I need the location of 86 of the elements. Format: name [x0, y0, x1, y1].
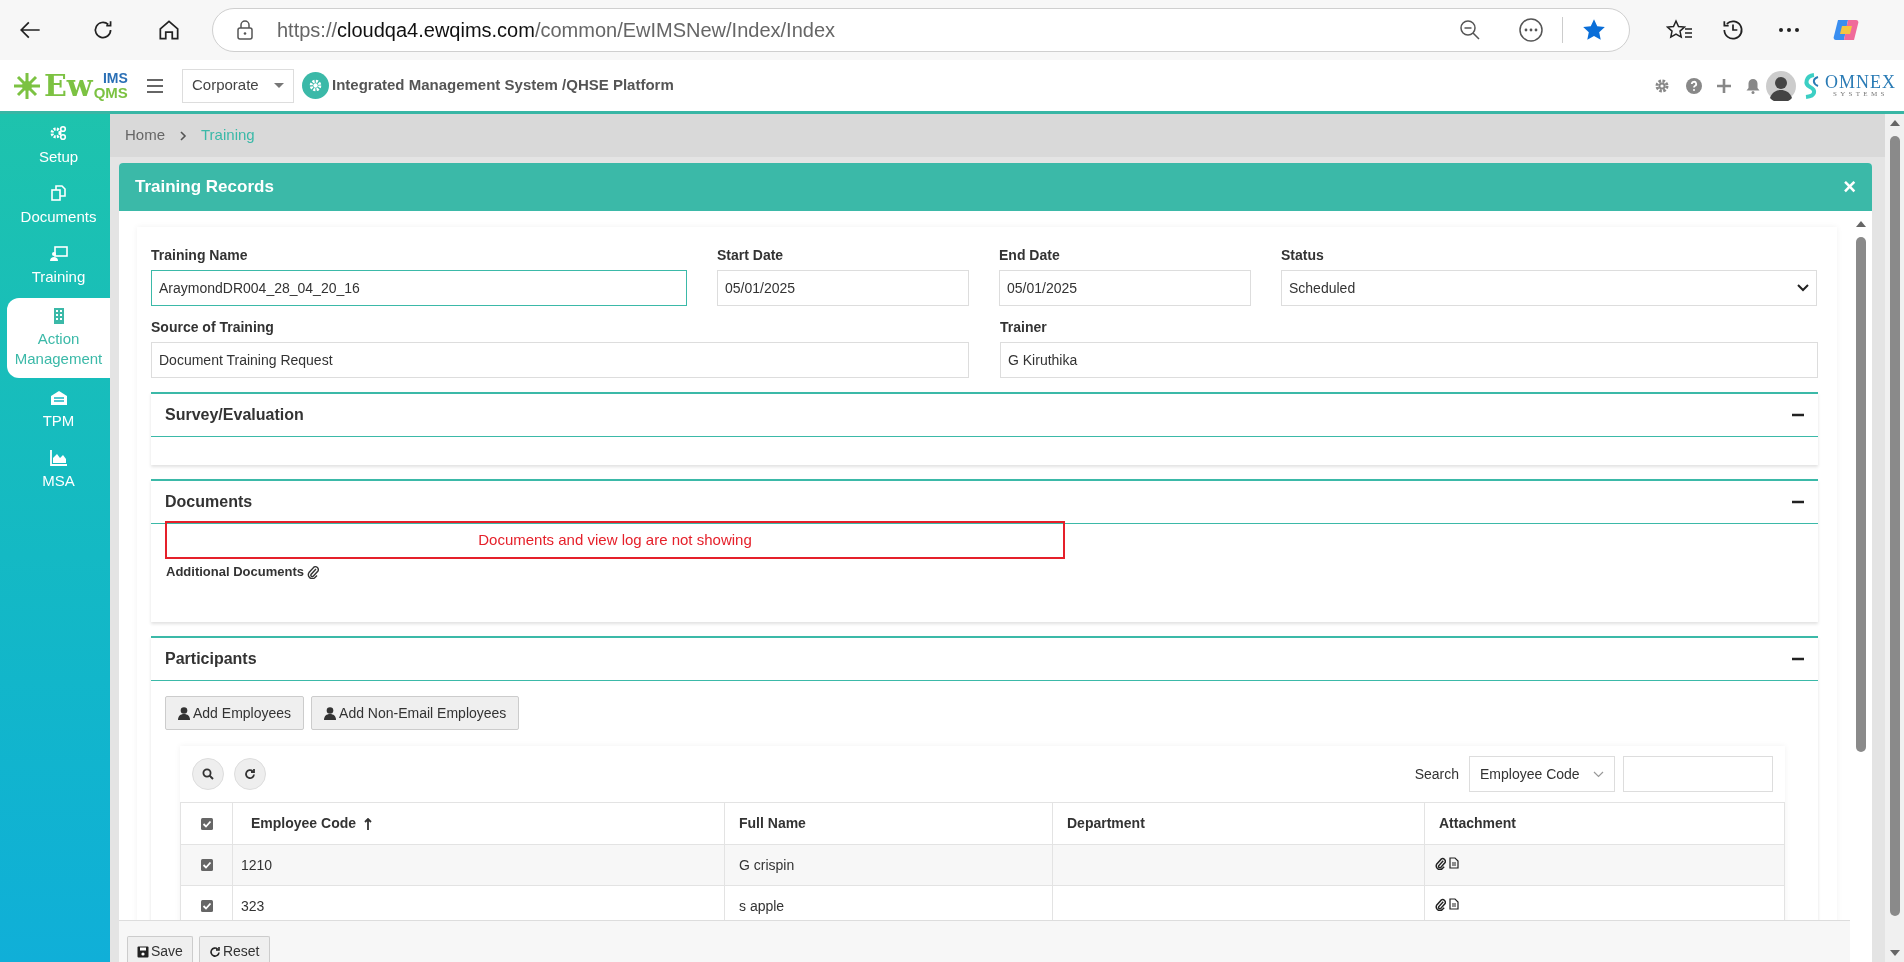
table-cell: G crispin	[739, 856, 795, 873]
search-column-select[interactable]: Employee Code	[1469, 756, 1615, 792]
vendor-logo-text: OMNEX	[1825, 73, 1896, 91]
input-field[interactable]: AraymondDR004_28_04_20_16	[151, 270, 687, 306]
sun-icon	[12, 70, 42, 101]
field-label: Status	[1281, 246, 1325, 264]
scrollbar-thumb[interactable]	[1889, 136, 1900, 916]
history-icon[interactable]	[1720, 17, 1746, 43]
url-text: https://cloudqa4.ewqims.com/common/EwIMSNew/Index/Index	[277, 18, 836, 43]
checkbox[interactable]	[200, 859, 213, 871]
sidebar-icon	[49, 125, 68, 143]
column-header[interactable]: Department	[1067, 813, 1145, 834]
table-cell: s apple	[739, 897, 785, 914]
settings-icon[interactable]	[1654, 77, 1670, 94]
additional-documents-label: Additional Documents	[166, 563, 304, 581]
field-label: Training Name	[151, 246, 249, 264]
company-select[interactable]: Corporate	[182, 68, 294, 103]
field-label: Trainer	[1000, 318, 1048, 336]
logo-text: IMS	[102, 71, 128, 85]
checkbox[interactable]	[200, 900, 213, 912]
field-label: Source of Training	[151, 318, 275, 336]
paperclip-icon[interactable]	[1435, 897, 1446, 911]
chevron-down-icon	[1797, 284, 1809, 292]
person-icon	[324, 706, 337, 720]
add-employees-button[interactable]: Add Employees	[165, 696, 305, 730]
more-icon[interactable]	[1778, 26, 1800, 34]
refresh-icon	[244, 768, 256, 780]
help-icon[interactable]	[1686, 77, 1702, 94]
input-field[interactable]: 05/01/2025	[999, 270, 1251, 306]
scroll-down-icon[interactable]	[1889, 950, 1900, 956]
reset-icon	[208, 945, 221, 958]
sidebar-icon	[49, 449, 68, 467]
sidebar-icon	[49, 185, 68, 203]
scroll-up-icon[interactable]	[1856, 221, 1866, 227]
chevron-icon	[179, 130, 187, 141]
table-cell: 1210	[241, 856, 273, 873]
scroll-up-icon[interactable]	[1889, 120, 1900, 126]
more-icon[interactable]	[1518, 17, 1544, 43]
scrollbar-thumb[interactable]	[1856, 237, 1866, 752]
document-icon[interactable]	[1449, 898, 1459, 910]
panel-title: Training Records	[135, 176, 275, 199]
sort-arrow-icon[interactable]	[364, 817, 373, 830]
column-header[interactable]: Attachment	[1439, 813, 1516, 834]
input-field[interactable]: Document Training Request	[151, 342, 969, 378]
search-icon	[202, 768, 214, 780]
search-label: Search	[1414, 764, 1459, 784]
sidebar-icon	[49, 245, 68, 263]
refresh-button[interactable]	[234, 758, 266, 790]
column-header[interactable]: Employee Code	[251, 813, 357, 834]
star-icon[interactable]	[1581, 17, 1607, 43]
chevron-down-icon	[1593, 770, 1604, 778]
paperclip-icon[interactable]	[1435, 856, 1446, 870]
menu-icon[interactable]	[147, 78, 163, 93]
breadcrumb-link[interactable]: Home	[125, 124, 165, 147]
logo-text: Ew	[44, 70, 93, 101]
gear-icon	[302, 72, 329, 99]
save-button[interactable]: Save	[127, 936, 193, 962]
zoom-out-icon[interactable]	[1458, 18, 1482, 42]
add-employees-button[interactable]: Add Non-Email Employees	[311, 696, 520, 730]
input-field[interactable]: 05/01/2025	[717, 270, 969, 306]
address-bar[interactable]: https://cloudqa4.ewqims.com/common/EwIMSNew/Index/Index	[212, 8, 1630, 52]
table-cell: 323	[241, 897, 265, 914]
search-field[interactable]	[1623, 756, 1773, 792]
bell-icon[interactable]	[1746, 77, 1760, 94]
field-label: Start Date	[717, 246, 785, 264]
search-button[interactable]	[192, 758, 224, 790]
checkbox[interactable]	[200, 817, 213, 830]
section-title: Survey/Evaluation	[165, 405, 305, 425]
column-header[interactable]: Full Name	[739, 813, 806, 834]
section-title: Participants	[165, 649, 258, 669]
status-select[interactable]: Scheduled	[1281, 270, 1817, 306]
person-icon	[178, 706, 190, 720]
plus-icon[interactable]	[1716, 77, 1732, 94]
annotation-box: Documents and view log are not showing	[165, 521, 1065, 559]
paperclip-icon[interactable]	[306, 564, 319, 579]
section-title: Documents	[165, 492, 254, 512]
logo-text: QMS	[93, 85, 128, 100]
reset-button[interactable]: Reset	[198, 936, 270, 962]
save-icon	[137, 945, 149, 958]
input-field[interactable]: G Kiruthika	[1000, 342, 1818, 378]
avatar-icon[interactable]	[1766, 70, 1796, 101]
field-label: End Date	[999, 246, 1061, 264]
lock-icon	[235, 19, 255, 41]
document-icon[interactable]	[1449, 857, 1459, 869]
platform-title: Integrated Management System /QHSE Platform	[332, 75, 674, 96]
sidebar-icon	[49, 389, 68, 407]
